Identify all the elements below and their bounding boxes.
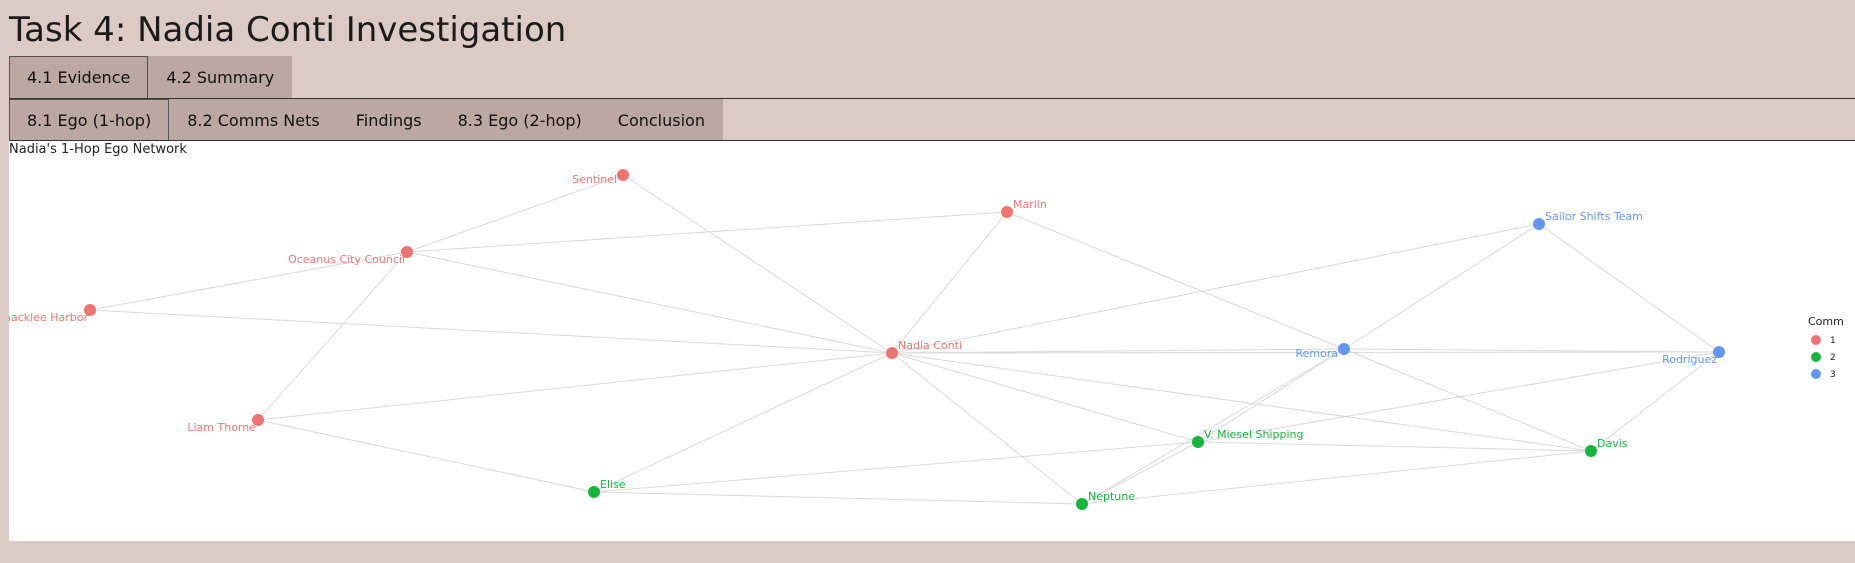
tab-ego-1hop[interactable]: 8.1 Ego (1-hop) (9, 99, 170, 140)
edge-sentinel-oceanus-city-council (406, 174, 624, 253)
node-v-miesel-shipping[interactable] (1192, 436, 1204, 448)
tab-conclusion[interactable]: Conclusion (599, 99, 723, 140)
node-label-remora: Remora (1295, 347, 1338, 360)
node-label-elise: Elise (600, 478, 626, 491)
main-tab-bar: 4.1 Evidence 4.2 Summary (9, 56, 1855, 99)
legend-label-1: 1 (1830, 336, 1836, 346)
ego-network-graph[interactable]: Nadia Conti Sentinel Marlin Oceanus City Co… (9, 141, 1855, 541)
edge-sailor-shifts-team-remora (1343, 223, 1540, 350)
node-label-davis: Davis (1597, 437, 1628, 450)
plot-panel: Nadia Conti Sentinel Marlin Oceanus City Co… (9, 141, 1855, 541)
edge-oceanus-city-council-liam-thorne (257, 251, 408, 421)
plot-title: Nadia's 1-Hop Ego Network (9, 142, 187, 157)
node-sentinel[interactable] (617, 169, 629, 181)
page-title: Task 4: Nadia Conti Investigation (9, 10, 567, 50)
edge-marlin-oceanus-city-council (406, 211, 1008, 253)
node-label-oceanus-city-council: Oceanus City Council (288, 253, 405, 266)
legend: Comm 1 2 3 (1808, 315, 1844, 380)
node-marlin[interactable] (1001, 206, 1013, 218)
node-label-v-miesel-shipping: V. Miesel Shipping (1204, 428, 1303, 441)
legend-swatch-2 (1811, 352, 1821, 362)
edge-liam-thorne-elise (257, 419, 595, 493)
edge-nadia-conti-sentinel (622, 174, 893, 354)
legend-label-2: 2 (1830, 353, 1836, 363)
node-sailor-shifts-team[interactable] (1533, 218, 1545, 230)
edge-elise-neptune (593, 491, 1083, 505)
node-davis[interactable] (1585, 445, 1597, 457)
node-label-liam-thorne: Liam Thorne (187, 421, 256, 434)
tab-evidence[interactable]: 4.1 Evidence (9, 56, 149, 98)
edge-remora-davis (1343, 348, 1592, 452)
tab-ego-2hop[interactable]: 8.3 Ego (2-hop) (439, 99, 600, 140)
node-label-marlin: Marlin (1013, 198, 1047, 211)
sub-tab-bar: 8.1 Ego (1-hop) 8.2 Comms Nets Findings … (9, 99, 1855, 141)
node-remora[interactable] (1338, 343, 1350, 355)
node-elise[interactable] (588, 486, 600, 498)
node-nadia-conti[interactable] (886, 347, 898, 359)
node-label-sentinel: Sentinel (572, 173, 617, 186)
legend-swatch-1 (1811, 335, 1821, 345)
edge-marlin-remora (1006, 211, 1345, 350)
legend-label-3: 3 (1830, 370, 1836, 380)
node-label-rodriguez: Rodriguez (1662, 353, 1717, 366)
edge-nadia-conti-v-miesel-shipping (891, 352, 1199, 443)
legend-title: Comm (1808, 315, 1844, 328)
tab-summary[interactable]: 4.2 Summary (148, 56, 293, 98)
edge-nadia-conti-oceanus-city-council (406, 251, 893, 354)
node-layer: Nadia Conti Sentinel Marlin Oceanus City Co… (9, 169, 1725, 510)
node-label-haacklee-harbor: Haacklee Harbor (9, 311, 88, 324)
node-label-nadia-conti: Nadia Conti (898, 339, 962, 352)
node-neptune[interactable] (1076, 498, 1088, 510)
edge-sailor-shifts-team-rodriguez (1538, 223, 1720, 353)
tab-comms-nets[interactable]: 8.2 Comms Nets (169, 99, 338, 140)
edge-nadia-conti-haacklee-harbor (89, 309, 893, 354)
node-label-neptune: Neptune (1088, 490, 1135, 503)
tab-findings[interactable]: Findings (337, 99, 440, 140)
node-label-sailor-shifts-team: Sailor Shifts Team (1545, 210, 1643, 223)
edge-nadia-conti-liam-thorne (257, 352, 893, 421)
edge-nadia-conti-marlin (891, 211, 1008, 354)
edge-v-miesel-shipping-davis (1197, 441, 1592, 452)
edge-remora-rodriguez (1343, 348, 1720, 353)
legend-swatch-3 (1811, 369, 1821, 379)
edge-nadia-conti-sailor-shifts-team (891, 223, 1540, 354)
